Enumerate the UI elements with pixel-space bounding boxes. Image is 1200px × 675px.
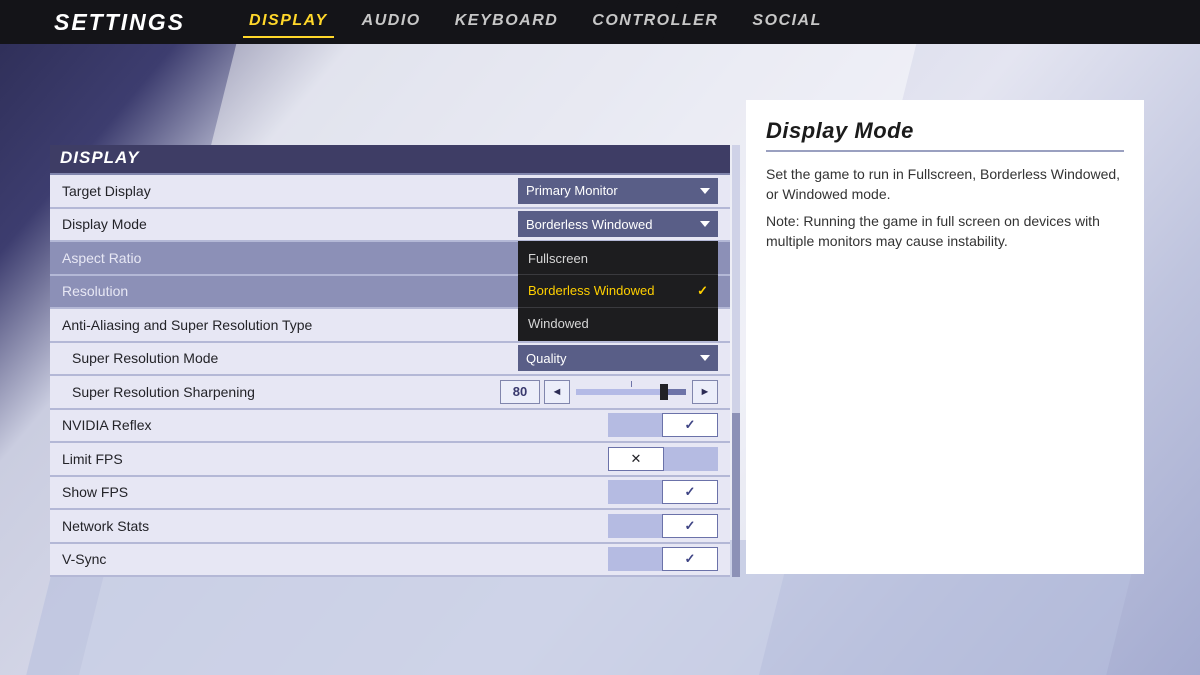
row-network-stats: Network Stats ✓ [50, 510, 730, 544]
row-vsync: V-Sync ✓ [50, 544, 730, 578]
slider-track[interactable] [576, 389, 686, 395]
toggle-off-half [608, 514, 662, 538]
row-label: Anti-Aliasing and Super Resolution Type [62, 317, 312, 333]
toggle-limit-fps[interactable]: ✕ [608, 447, 718, 471]
slider-sr-sharpening: 80 ◄ ► [500, 380, 718, 404]
row-label: Resolution [62, 283, 128, 299]
dropdown-display-mode[interactable]: Borderless Windowed [518, 211, 718, 237]
check-icon: ✓ [697, 283, 708, 299]
chevron-down-icon [700, 188, 710, 194]
settings-panel: DISPLAY Target Display Primary Monitor D… [50, 145, 730, 577]
toggle-on-half: ✓ [662, 514, 718, 538]
page-title: SETTINGS [54, 9, 185, 36]
scrollbar-thumb[interactable] [732, 145, 740, 413]
row-sr-sharpening: Super Resolution Sharpening 80 ◄ ► [50, 376, 730, 410]
row-sr-mode: Super Resolution Mode Quality [50, 343, 730, 377]
check-icon: ✓ [685, 417, 696, 433]
option-label: Borderless Windowed [528, 283, 654, 298]
dropdown-option[interactable]: Fullscreen [518, 243, 718, 275]
slider-fill [576, 389, 664, 395]
row-label: Super Resolution Sharpening [62, 384, 255, 400]
chevron-down-icon [700, 221, 710, 227]
dropdown-value: Quality [526, 351, 566, 366]
toggle-on-half: ✓ [662, 480, 718, 504]
row-label: NVIDIA Reflex [62, 417, 151, 433]
row-label: Network Stats [62, 518, 149, 534]
toggle-off-half: ✕ [608, 447, 664, 471]
slider-increment[interactable]: ► [692, 380, 718, 404]
toggle-on-half: ✓ [662, 413, 718, 437]
check-icon: ✓ [685, 551, 696, 567]
row-label: Aspect Ratio [62, 250, 141, 266]
toggle-on-half: ✓ [662, 547, 718, 571]
row-label: V-Sync [62, 551, 106, 567]
toggle-network-stats[interactable]: ✓ [608, 514, 718, 538]
info-body: Note: Running the game in full screen on… [766, 211, 1124, 252]
tab-audio[interactable]: AUDIO [358, 12, 425, 32]
option-label: Fullscreen [528, 251, 588, 266]
tab-strip: DISPLAY AUDIO KEYBOARD CONTROLLER SOCIAL [245, 12, 826, 32]
row-target-display: Target Display Primary Monitor [50, 175, 730, 209]
toggle-show-fps[interactable]: ✓ [608, 480, 718, 504]
row-label: Show FPS [62, 484, 128, 500]
dropdown-option[interactable]: Windowed [518, 308, 718, 339]
toggle-off-half [608, 547, 662, 571]
check-icon: ✓ [685, 518, 696, 534]
info-title: Display Mode [766, 118, 1124, 152]
slider-thumb[interactable] [660, 384, 668, 400]
row-label: Display Mode [62, 216, 147, 232]
tab-controller[interactable]: CONTROLLER [588, 12, 722, 32]
slider-decrement[interactable]: ◄ [544, 380, 570, 404]
dropdown-sr-mode[interactable]: Quality [518, 345, 718, 371]
chevron-down-icon [700, 355, 710, 361]
toggle-vsync[interactable]: ✓ [608, 547, 718, 571]
scrollbar[interactable] [732, 145, 740, 577]
tab-display[interactable]: DISPLAY [245, 12, 332, 32]
toggle-nvidia-reflex[interactable]: ✓ [608, 413, 718, 437]
row-label: Limit FPS [62, 451, 123, 467]
row-show-fps: Show FPS ✓ [50, 477, 730, 511]
dropdown-option[interactable]: Borderless Windowed ✓ [518, 275, 718, 308]
x-icon: ✕ [631, 451, 642, 467]
slider-value: 80 [500, 380, 540, 404]
tab-keyboard[interactable]: KEYBOARD [451, 12, 563, 32]
top-bar: SETTINGS DISPLAY AUDIO KEYBOARD CONTROLL… [0, 0, 1200, 44]
toggle-off-half [608, 413, 662, 437]
info-body: Set the game to run in Fullscreen, Borde… [766, 164, 1124, 205]
dropdown-list-display-mode: Fullscreen Borderless Windowed ✓ Windowe… [518, 241, 718, 341]
toggle-on-half [664, 447, 718, 471]
dropdown-value: Borderless Windowed [526, 217, 652, 232]
row-nvidia-reflex: NVIDIA Reflex ✓ [50, 410, 730, 444]
tab-social[interactable]: SOCIAL [748, 12, 825, 32]
option-label: Windowed [528, 316, 589, 331]
settings-list: Target Display Primary Monitor Display M… [50, 173, 730, 577]
row-limit-fps: Limit FPS ✕ [50, 443, 730, 477]
row-label: Target Display [62, 183, 151, 199]
slider-default-tick [631, 381, 632, 387]
check-icon: ✓ [685, 484, 696, 500]
row-display-mode: Display Mode Borderless Windowed Fullscr… [50, 209, 730, 243]
row-label: Super Resolution Mode [62, 350, 218, 366]
info-panel: Display Mode Set the game to run in Full… [746, 100, 1144, 574]
dropdown-target-display[interactable]: Primary Monitor [518, 178, 718, 204]
section-header: DISPLAY [50, 145, 730, 173]
toggle-off-half [608, 480, 662, 504]
dropdown-value: Primary Monitor [526, 183, 618, 198]
